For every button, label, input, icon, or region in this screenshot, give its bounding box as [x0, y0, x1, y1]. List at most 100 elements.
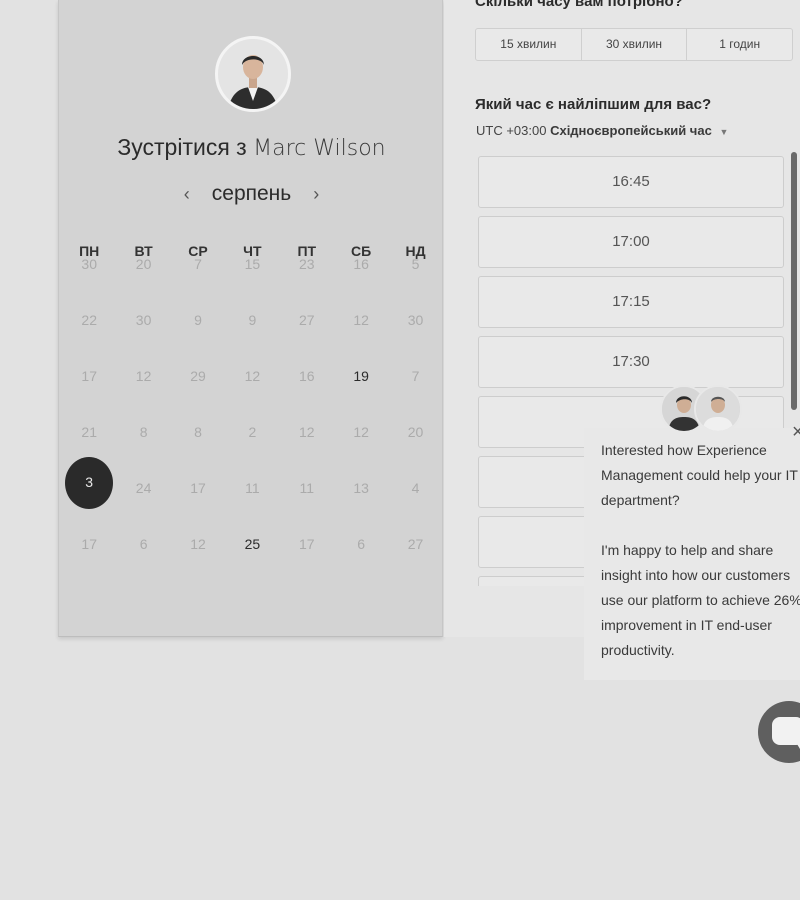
- agent-portrait-icon: [696, 387, 740, 431]
- calendar-day-number: 8: [139, 424, 148, 440]
- calendar-day-number: 23: [298, 256, 315, 272]
- calendar-day: 12: [171, 535, 225, 591]
- calendar-day: 6: [334, 535, 388, 591]
- calendar-week: 3 24 17 11 11 13 4: [62, 457, 443, 535]
- calendar-day-number: 12: [353, 312, 369, 328]
- calendar-day: 12: [334, 423, 388, 479]
- calendar-day: 2: [225, 423, 279, 479]
- calendar-day: 27: [388, 535, 442, 591]
- calendar-week: 17 6 12 25 17 6 27: [62, 535, 443, 591]
- calendar-day-number: 27: [298, 312, 315, 328]
- calendar-week: 30 20 7 15 23 16 5: [62, 255, 443, 311]
- agent-avatar: [694, 385, 742, 433]
- calendar-day-number: 20: [135, 256, 152, 272]
- time-slot-button[interactable]: 17:15: [478, 276, 784, 328]
- calendar-day-number: 17: [81, 536, 97, 552]
- calendar-day: 12: [225, 367, 279, 423]
- time-slot-button[interactable]: 17:00: [478, 216, 784, 268]
- duration-option[interactable]: 15 хвилин: [476, 29, 582, 60]
- chat-bubble-tail: [794, 739, 800, 749]
- calendar-day-number: 9: [194, 312, 202, 328]
- duration-option[interactable]: 1 годин: [687, 29, 792, 60]
- calendar-day-number: 3: [65, 457, 114, 509]
- calendar-day: 17: [62, 367, 116, 423]
- time-slot-button[interactable]: 16:45: [478, 156, 784, 208]
- prev-month-button[interactable]: ‹: [180, 184, 194, 205]
- calendar-day: 8: [171, 423, 225, 479]
- calendar-day-number: 2: [248, 424, 257, 440]
- calendar-day-number: 19: [353, 368, 369, 384]
- calendar-day[interactable]: 19: [334, 367, 388, 423]
- calendar-day-number: 16: [353, 256, 369, 272]
- calendar-day: 20: [116, 255, 170, 311]
- calendar-day: 12: [334, 311, 388, 367]
- calendar-day: 17: [62, 535, 116, 591]
- time-slot-button[interactable]: 17:30: [478, 336, 784, 388]
- calendar-day: 17: [280, 535, 334, 591]
- calendar-day-number: 4: [411, 480, 420, 496]
- calendar-week: 22 30 9 9 27 12 30: [62, 311, 443, 367]
- calendar-day-number: 24: [135, 480, 152, 496]
- calendar-day: 16: [280, 367, 334, 423]
- calendar-day: 15: [225, 255, 279, 311]
- duration-selector: 15 хвилин 30 хвилин 1 годин: [475, 28, 793, 61]
- time-slot-scrollbar[interactable]: [791, 152, 797, 410]
- calendar-day: 30: [116, 311, 170, 367]
- calendar-day: 11: [225, 479, 279, 535]
- duration-question: Скільки часу вам потрібно?: [475, 0, 683, 10]
- calendar-day: 12: [116, 367, 170, 423]
- calendar-day-number: 7: [194, 256, 202, 272]
- chat-message-1: Interested how Experience Management cou…: [601, 442, 798, 508]
- calendar-day-number: 5: [411, 256, 420, 272]
- duration-option[interactable]: 30 хвилин: [582, 29, 688, 60]
- chat-launcher-button[interactable]: [758, 701, 800, 763]
- calendar-day-number: 17: [81, 368, 97, 384]
- calendar-day: 22: [62, 311, 116, 367]
- calendar-day[interactable]: 25: [225, 535, 279, 591]
- chat-message: Interested how Experience Management cou…: [601, 438, 800, 688]
- next-month-button[interactable]: ›: [309, 184, 323, 205]
- host-portrait-icon: [218, 39, 288, 109]
- calendar-day: 4: [388, 479, 442, 535]
- calendar-day: 5: [388, 255, 442, 311]
- calendar-day: 20: [388, 423, 442, 479]
- calendar-day: 17: [171, 479, 225, 535]
- calendar-day: 27: [280, 311, 334, 367]
- calendar-day: 24: [116, 479, 170, 535]
- timezone-selector[interactable]: UTC +03:00 Східноєвропейський час ▼: [476, 123, 728, 138]
- calendar-day-number: 30: [81, 256, 97, 272]
- calendar-day: 12: [280, 423, 334, 479]
- calendar-day[interactable]: 3: [62, 457, 116, 535]
- calendar-day-number: 12: [190, 536, 206, 552]
- month-navigation: ‹ серпень ›: [59, 182, 444, 206]
- host-name: Marc Wilson: [253, 136, 386, 161]
- calendar-day-number: 12: [135, 368, 152, 384]
- calendar-day: 30: [62, 255, 116, 311]
- calendar-day: 13: [334, 479, 388, 535]
- calendar-day-number: 13: [353, 480, 369, 496]
- calendar-day-number: 21: [81, 424, 97, 440]
- calendar-day: 7: [171, 255, 225, 311]
- calendar-day: 8: [116, 423, 170, 479]
- calendar-day-number: 12: [353, 424, 369, 440]
- calendar-week: 21 8 8 2 12 12 20: [62, 423, 443, 479]
- calendar-day: 6: [116, 535, 170, 591]
- calendar-day-number: 17: [298, 536, 315, 552]
- calendar-card: Зустрітися з Marc Wilson ‹ серпень › ПН …: [58, 0, 443, 637]
- timezone-name: Східноєвропейський час: [550, 123, 712, 138]
- calendar-day-number: 29: [190, 368, 206, 384]
- calendar-day: 16: [334, 255, 388, 311]
- calendar-day: 23: [280, 255, 334, 311]
- chat-agents: [660, 385, 744, 435]
- calendar-day-number: 27: [407, 536, 424, 552]
- calendar-day-number: 20: [407, 424, 424, 440]
- calendar-grid: ПН ВТ СР ЧТ ПТ СБ НД 30 20 7 15 23 16 5 22 30 9 9 2…: [62, 243, 443, 599]
- calendar-day: 7: [388, 367, 442, 423]
- close-icon[interactable]: ×: [792, 421, 800, 444]
- calendar-day-number: 22: [81, 312, 97, 328]
- calendar-day: 29: [171, 367, 225, 423]
- calendar-day-number: 7: [411, 368, 420, 384]
- calendar-day: 11: [280, 479, 334, 535]
- meeting-title-prefix: Зустрітися з: [117, 134, 247, 160]
- calendar-weeks: 30 20 7 15 23 16 5 22 30 9 9 27 12 30 17 12 29 12 16 19 7 21 8…: [62, 255, 443, 591]
